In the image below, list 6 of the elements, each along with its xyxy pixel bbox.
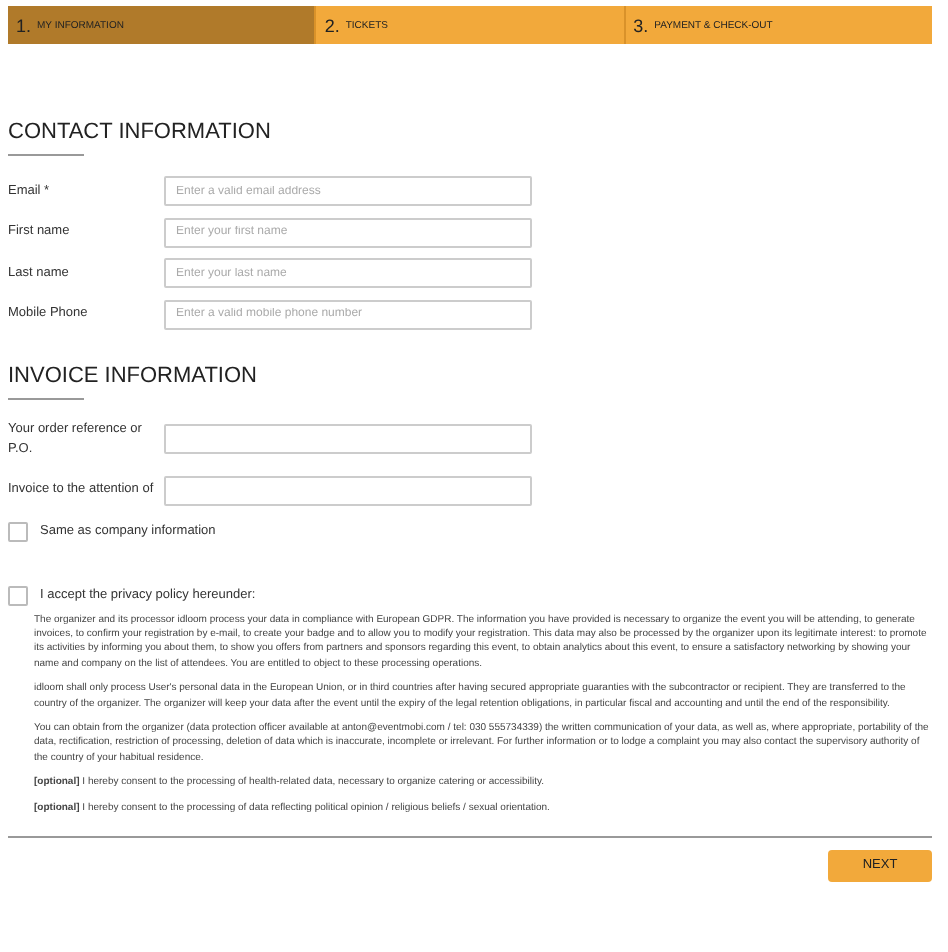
checkbox[interactable]: [8, 585, 28, 605]
section-heading: CONTACT INFORMATION: [8, 120, 271, 144]
checkbox[interactable]: [8, 521, 28, 541]
input-field[interactable]: [164, 475, 532, 505]
section-heading: INVOICE INFORMATION: [8, 363, 257, 387]
input-field[interactable]: [164, 424, 532, 454]
